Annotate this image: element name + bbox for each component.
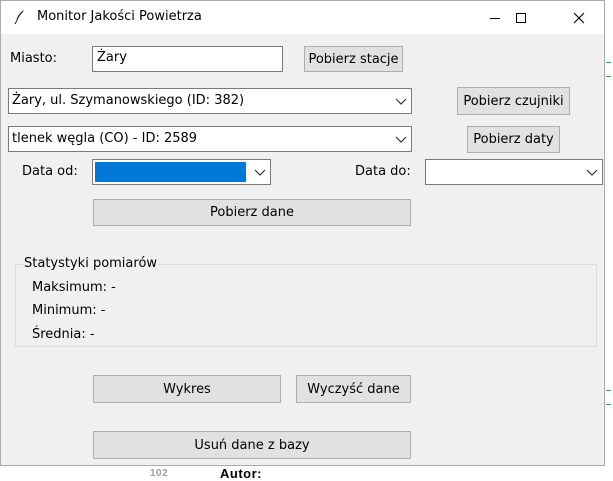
date-to-label: Data do:: [355, 164, 411, 179]
delete-db-data-button[interactable]: Usuń dane z bazy: [93, 431, 411, 459]
fetch-dates-button[interactable]: Pobierz daty: [467, 126, 560, 153]
background-line-number: 102: [150, 468, 169, 479]
background-editor-bottom: 102 Autor:: [0, 466, 613, 481]
chart-button[interactable]: Wykres: [93, 375, 281, 403]
chevron-down-icon: [254, 169, 266, 176]
city-label: Miasto:: [10, 51, 57, 66]
clear-data-button[interactable]: Wyczyść dane: [296, 375, 411, 403]
chevron-down-icon: [586, 169, 598, 176]
stats-title: Statystyki pomiarów: [23, 256, 159, 271]
title-bar[interactable]: Monitor Jakości Powietrza: [1, 1, 604, 34]
background-marker: [606, 76, 611, 77]
date-from-label: Data od:: [22, 164, 78, 179]
station-combobox[interactable]: Żary, ul. Szymanowskiego (ID: 382): [8, 88, 412, 114]
fetch-data-button[interactable]: Pobierz dane: [93, 199, 411, 226]
background-marker: [606, 404, 611, 405]
background-marker: [606, 62, 611, 63]
chevron-down-icon: [395, 98, 407, 105]
date-from-combobox[interactable]: [92, 159, 271, 185]
maximize-button[interactable]: [498, 1, 544, 34]
station-combobox-value: Żary, ul. Szymanowskiego (ID: 382): [12, 93, 245, 108]
fetch-stations-button[interactable]: Pobierz stacje: [304, 46, 403, 72]
stats-max: Maksimum: -: [32, 280, 116, 295]
stats-min: Minimum: -: [32, 303, 106, 318]
date-to-combobox[interactable]: [425, 159, 603, 185]
maximize-icon: [516, 12, 526, 23]
close-icon: [573, 12, 585, 23]
app-window: Monitor Jakości Powietrza Miasto: Żary P…: [0, 0, 605, 466]
date-from-selection: [95, 162, 246, 182]
background-marker: [606, 390, 611, 391]
background-editor-edge: [604, 0, 613, 476]
background-text: Autor:: [220, 466, 262, 481]
close-button[interactable]: [556, 1, 602, 34]
fetch-sensors-button[interactable]: Pobierz czujniki: [457, 87, 570, 115]
sensor-combobox-value: tlenek węgla (CO) - ID: 2589: [12, 131, 198, 146]
city-input[interactable]: Żary: [92, 46, 283, 72]
stats-avg: Średnia: -: [32, 327, 95, 342]
sensor-combobox[interactable]: tlenek węgla (CO) - ID: 2589: [8, 126, 412, 152]
chevron-down-icon: [395, 136, 407, 143]
feather-icon: [12, 9, 28, 25]
window-title: Monitor Jakości Powietrza: [37, 9, 202, 24]
